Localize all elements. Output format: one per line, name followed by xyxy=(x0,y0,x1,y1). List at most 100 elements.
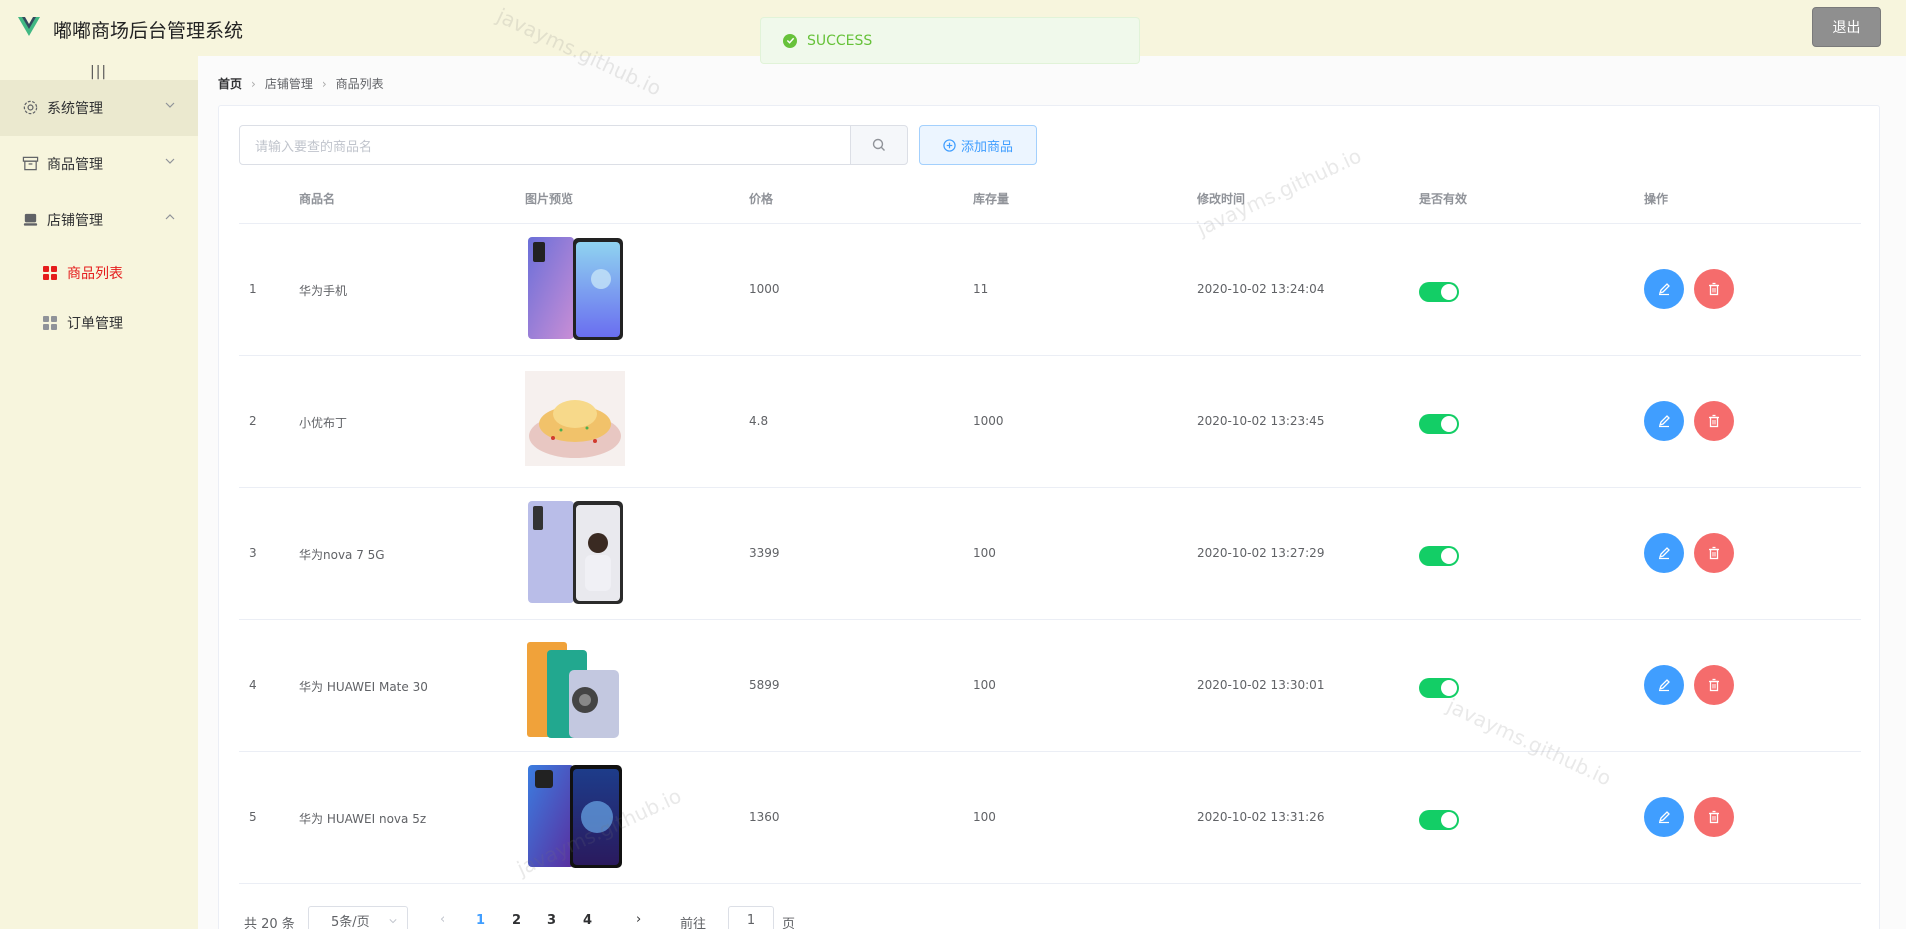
goods-name: 小优布丁 xyxy=(299,416,348,430)
delete-button[interactable] xyxy=(1694,269,1734,309)
phone-image xyxy=(528,765,622,868)
check-circle-icon xyxy=(783,33,797,48)
main-content: 首页 › 店铺管理 › 商品列表 请输入要查的商品名 添加商品 商品名 图片预览… xyxy=(198,56,1906,929)
page-label: 页 xyxy=(782,917,796,929)
goto-page-input[interactable]: 1 xyxy=(728,906,774,929)
chevron-down-icon xyxy=(389,919,397,924)
goods-modified-time: 2020-10-02 13:31:26 xyxy=(1197,810,1325,824)
search-button[interactable] xyxy=(850,125,908,165)
menu-system-management[interactable]: 系统管理 xyxy=(0,80,198,136)
prev-page-button[interactable]: ‹ xyxy=(440,912,445,927)
column-header: 价格 xyxy=(749,192,774,206)
grid-icon xyxy=(43,266,57,280)
shop-icon xyxy=(23,213,38,226)
sidebar-item-goods-list[interactable]: 商品列表 xyxy=(0,248,198,298)
pudding-image xyxy=(525,371,625,466)
goods-modified-time: 2020-10-02 13:30:01 xyxy=(1197,678,1325,692)
trash-icon xyxy=(1709,678,1719,692)
page-size-value: 5条/页 xyxy=(331,914,370,929)
edit-button[interactable] xyxy=(1644,665,1684,705)
add-goods-button[interactable]: 添加商品 xyxy=(919,125,1037,165)
vue-logo-icon xyxy=(18,17,40,36)
edit-button[interactable] xyxy=(1644,401,1684,441)
goods-name: 华为 HUAWEI nova 5z xyxy=(299,812,427,826)
active-toggle[interactable] xyxy=(1419,810,1459,830)
active-toggle[interactable] xyxy=(1419,414,1459,434)
active-toggle[interactable] xyxy=(1419,546,1459,566)
goods-table: 商品名 图片预览 价格 库存量 修改时间 是否有效 操作 1 华为手机 1000… xyxy=(239,171,1861,884)
column-header: 图片预览 xyxy=(525,192,574,206)
add-goods-label: 添加商品 xyxy=(960,139,1013,155)
goods-stock: 11 xyxy=(973,282,989,296)
breadcrumb-home[interactable]: 首页 xyxy=(218,75,242,92)
goods-stock: 100 xyxy=(973,810,996,824)
goods-price: 1360 xyxy=(749,810,780,824)
page-size-select[interactable]: 5条/页 xyxy=(308,906,408,929)
collapse-sidebar-button[interactable]: ||| xyxy=(90,64,107,80)
goto-page-value: 1 xyxy=(746,912,756,928)
toast-message: SUCCESS xyxy=(807,32,873,49)
sidebar-item-order-management[interactable]: 订单管理 xyxy=(0,298,198,348)
chevron-down-icon xyxy=(165,102,175,108)
app-title: 嘟嘟商场后台管理系统 xyxy=(53,20,244,42)
delete-button[interactable] xyxy=(1694,797,1734,837)
table-row: 3 华为nova 7 5G 3399 100 2020-10-02 13:27:… xyxy=(239,488,1861,620)
sidebar-item-label: 订单管理 xyxy=(67,316,123,332)
menu-goods-management[interactable]: 商品管理 xyxy=(0,136,198,192)
edit-button[interactable] xyxy=(1644,269,1684,309)
goods-name: 华为nova 7 5G xyxy=(299,548,385,562)
delete-button[interactable] xyxy=(1694,665,1734,705)
logout-button[interactable]: 退出 xyxy=(1812,7,1881,47)
page-number[interactable]: 2 xyxy=(512,913,521,928)
edit-button[interactable] xyxy=(1644,533,1684,573)
edit-icon xyxy=(1658,679,1670,692)
edit-icon xyxy=(1658,283,1670,296)
sidebar: ||| 系统管理 商品管理 店铺管理 商品列表 订单管理 xyxy=(0,56,198,929)
chevron-down-icon xyxy=(165,158,175,164)
column-header: 是否有效 xyxy=(1419,192,1468,206)
delete-button[interactable] xyxy=(1694,533,1734,573)
trash-icon xyxy=(1709,282,1719,296)
goods-name: 华为手机 xyxy=(299,284,348,298)
column-header: 库存量 xyxy=(973,192,1010,206)
edit-button[interactable] xyxy=(1644,797,1684,837)
column-header: 操作 xyxy=(1644,192,1669,206)
active-toggle[interactable] xyxy=(1419,678,1459,698)
table-row: 4 华为 HUAWEI Mate 30 5899 100 2020-10-02 … xyxy=(239,620,1861,752)
success-toast: SUCCESS xyxy=(760,17,1140,64)
delete-button[interactable] xyxy=(1694,401,1734,441)
chevron-up-icon xyxy=(165,214,175,220)
box-icon xyxy=(22,156,39,171)
next-page-button[interactable]: › xyxy=(636,912,641,927)
edit-icon xyxy=(1658,811,1670,824)
page-number[interactable]: 1 xyxy=(476,913,485,928)
menu-shop-management[interactable]: 店铺管理 xyxy=(0,192,198,248)
goods-price: 3399 xyxy=(749,546,780,560)
page-number[interactable]: 3 xyxy=(547,913,556,928)
search-input[interactable]: 请输入要查的商品名 xyxy=(239,125,851,165)
plus-circle-icon xyxy=(943,138,956,152)
pagination-total: 共 20 条 xyxy=(244,917,295,929)
breadcrumb: 首页 › 店铺管理 › 商品列表 xyxy=(218,75,384,92)
row-index: 1 xyxy=(249,282,257,296)
goods-price: 5899 xyxy=(749,678,780,692)
table-row: 5 华为 HUAWEI nova 5z 1360 100 2020-10-02 … xyxy=(239,752,1861,884)
grid-icon xyxy=(43,316,57,330)
menu-label: 系统管理 xyxy=(47,101,103,117)
table-row: 1 华为手机 1000 11 2020-10-02 13:24:04 xyxy=(239,224,1861,356)
menu-label: 商品管理 xyxy=(47,157,103,173)
goods-card: 请输入要查的商品名 添加商品 商品名 图片预览 价格 库存量 修改时间 是否有效… xyxy=(218,105,1880,929)
edit-icon xyxy=(1658,415,1670,428)
table-row: 2 小优布丁 4.8 1000 2020-10-02 13:23:45 xyxy=(239,356,1861,488)
page-number[interactable]: 4 xyxy=(583,913,592,928)
goods-modified-time: 2020-10-02 13:27:29 xyxy=(1197,546,1325,560)
breadcrumb-separator-icon: › xyxy=(251,76,256,91)
goods-modified-time: 2020-10-02 13:24:04 xyxy=(1197,282,1325,296)
goods-modified-time: 2020-10-02 13:23:45 xyxy=(1197,414,1325,428)
active-toggle[interactable] xyxy=(1419,282,1459,302)
goods-price: 4.8 xyxy=(749,414,769,428)
table-header: 商品名 图片预览 价格 库存量 修改时间 是否有效 操作 xyxy=(239,171,1861,224)
pagination: 共 20 条 5条/页 ‹ 1 2 3 4 › 前往 1 页 xyxy=(244,906,844,929)
breadcrumb-item: 商品列表 xyxy=(335,77,384,91)
gear-icon xyxy=(23,100,38,115)
